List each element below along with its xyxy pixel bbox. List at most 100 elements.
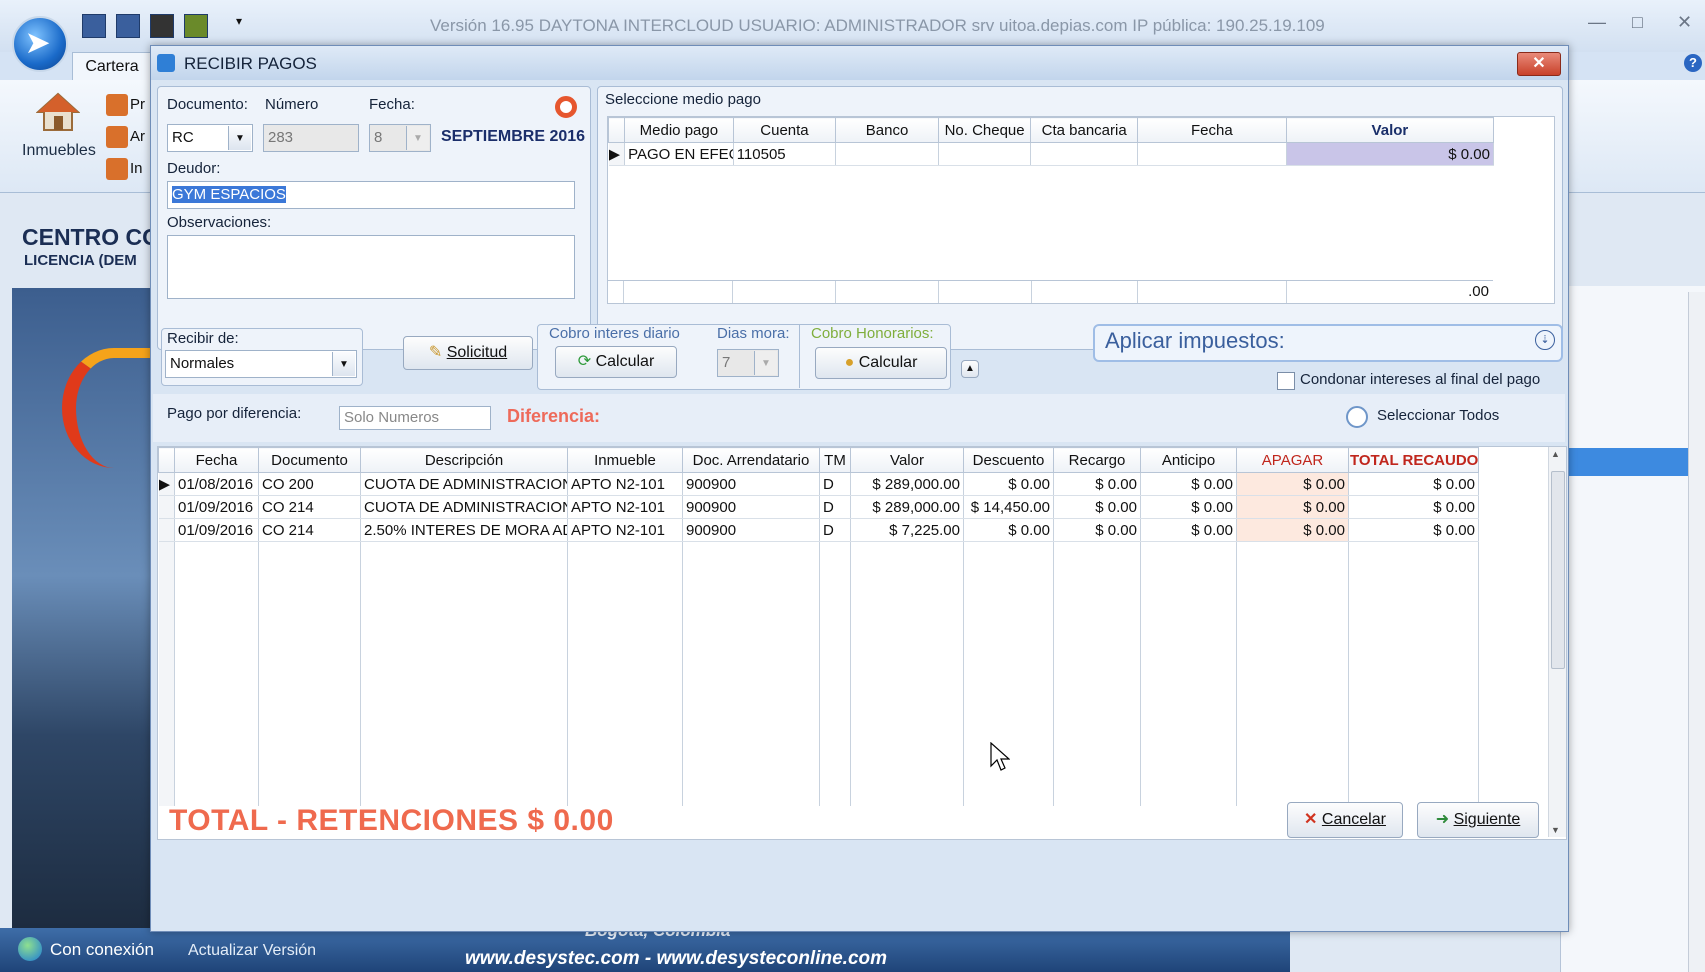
cheque-cell[interactable] [938,142,1032,166]
fecha-cell[interactable]: 01/08/2016 [174,472,259,496]
row-selector[interactable] [158,518,175,542]
col-no-cheque[interactable]: No. Cheque [937,117,1032,143]
minimize-icon[interactable]: — [1588,12,1606,33]
recargo-cell[interactable]: $ 0.00 [1053,518,1141,542]
grid-scrollbar[interactable]: ▲ ▼ [1548,447,1566,837]
descuento-cell[interactable]: $ 0.00 [963,518,1054,542]
expand-down-icon[interactable]: ⇣ [1535,330,1555,350]
fecha-cell[interactable] [1137,142,1287,166]
banco-cell[interactable] [835,142,939,166]
col-inmueble[interactable]: Inmueble [567,447,683,473]
doc-arrendatario-cell[interactable]: 900900 [682,495,820,519]
recargo-cell[interactable]: $ 0.00 [1053,495,1141,519]
collapse-up-icon[interactable]: ▲ [961,360,979,378]
total-recaudo-cell[interactable]: $ 0.00 [1348,472,1479,496]
col-descuento[interactable]: Descuento [963,447,1054,473]
row-pointer-icon[interactable]: ▶ [608,142,626,166]
tm-cell[interactable]: D [819,518,851,542]
col-documento[interactable]: Documento [258,447,361,473]
pago-diferencia-input[interactable]: Solo Numeros [339,406,491,430]
col-anticipo[interactable]: Anticipo [1140,447,1237,473]
documento-cell[interactable]: CO 214 [258,518,361,542]
fecha-cell[interactable]: 01/09/2016 [174,495,259,519]
col-doc-arrendatario[interactable]: Doc. Arrendatario [682,447,820,473]
descripcion-cell[interactable]: CUOTA DE ADMINISTRACION [360,495,568,519]
siguiente-button[interactable]: ➜ Siguiente [1417,802,1539,838]
apagar-cell[interactable]: $ 0.00 [1236,472,1349,496]
cancelar-button[interactable]: ✕ Cancelar [1287,802,1403,838]
table-row[interactable]: ▶ 01/08/2016 CO 200 CUOTA DE ADMINISTRACION… [158,472,1479,496]
calcular-honorarios-button[interactable]: ● Calcular [815,347,947,379]
inmueble-cell[interactable]: APTO N2-101 [567,495,683,519]
descuento-cell[interactable]: $ 0.00 [963,472,1054,496]
row-pointer-icon[interactable]: ▶ [158,472,175,496]
col-apagar[interactable]: APAGAR [1236,447,1349,473]
calcular-interes-button[interactable]: ⟳ Calcular [555,346,677,378]
col-fecha[interactable]: Fecha [174,447,259,473]
col-cuenta[interactable]: Cuenta [732,117,837,143]
col-total-recaudo[interactable]: TOTAL RECAUDO [1348,447,1479,473]
documento-cell[interactable]: CO 200 [258,472,361,496]
col-recargo[interactable]: Recargo [1053,447,1141,473]
tab-cartera[interactable]: Cartera [72,52,152,81]
tm-cell[interactable]: D [819,472,851,496]
table-row[interactable]: 01/09/2016 CO 214 2.50% INTERES DE MORA AD… [158,518,1479,542]
scroll-up-icon[interactable]: ▲ [1551,449,1560,459]
anticipo-cell[interactable]: $ 0.00 [1140,495,1237,519]
col-cta-bancaria[interactable]: Cta bancaria [1030,117,1138,143]
anticipo-cell[interactable]: $ 0.00 [1140,518,1237,542]
update-version-link[interactable]: Actualizar Versión [188,942,316,960]
col-descripcion[interactable]: Descripción [360,447,568,473]
total-recaudo-cell[interactable]: $ 0.00 [1348,518,1479,542]
tm-cell[interactable]: D [819,495,851,519]
ribbon-item-pr[interactable]: Pr [106,94,145,116]
scroll-thumb[interactable] [1551,471,1565,669]
valor-cell[interactable]: $ 0.00 [1286,142,1495,166]
ribbon-item-ar[interactable]: Ar [106,126,145,148]
apagar-cell[interactable]: $ 0.00 [1236,518,1349,542]
cuenta-cell[interactable]: 110505 [733,142,837,166]
valor-cell[interactable]: $ 289,000.00 [850,495,964,519]
apagar-cell[interactable]: $ 0.00 [1236,495,1349,519]
doc-arrendatario-cell[interactable]: 900900 [682,518,820,542]
house-icon[interactable] [36,92,80,132]
doc-arrendatario-cell[interactable]: 900900 [682,472,820,496]
ribbon-inmuebles-label[interactable]: Inmuebles [22,142,96,160]
lifebuoy-icon[interactable] [555,96,577,118]
calculator-icon[interactable] [184,14,208,38]
recargo-cell[interactable]: $ 0.00 [1053,472,1141,496]
ribbon-item-in[interactable]: In [106,158,143,180]
descripcion-cell[interactable]: 2.50% INTERES DE MORA AD [360,518,568,542]
col-banco[interactable]: Banco [835,117,939,143]
inmueble-cell[interactable]: APTO N2-101 [567,518,683,542]
anticipo-cell[interactable]: $ 0.00 [1140,472,1237,496]
fecha-cell[interactable]: 01/09/2016 [174,518,259,542]
app-menu-orb-icon[interactable]: ➤ [12,16,68,72]
documento-cell[interactable]: CO 214 [258,495,361,519]
medio-pago-row[interactable]: ▶ PAGO EN EFEC 110505 $ 0.00 [608,142,1495,166]
col-valor[interactable]: Valor [1285,117,1495,143]
chevron-down-icon[interactable]: ▼ [228,126,251,150]
medio-pago-cell[interactable]: PAGO EN EFEC [624,142,734,166]
valor-cell[interactable]: $ 289,000.00 [850,472,964,496]
solicitud-button[interactable]: ✎ Solicitud [403,336,533,370]
recibir-select[interactable]: Normales ▼ [165,350,357,378]
help-book-icon[interactable] [82,14,106,38]
col-medio-pago[interactable]: Medio pago [624,117,734,143]
customize-toolbar-icon[interactable]: ▾ [236,14,242,28]
col-valor[interactable]: Valor [850,447,964,473]
col-tm[interactable]: TM [819,447,851,473]
scroll-down-icon[interactable]: ▼ [1551,825,1560,835]
close-icon[interactable]: ✕ [1677,12,1692,33]
maximize-icon[interactable]: □ [1632,12,1643,33]
documento-select[interactable]: RC ▼ [167,124,253,152]
col-fecha[interactable]: Fecha [1136,117,1287,143]
cta-bancaria-cell[interactable] [1030,142,1138,166]
deudor-field[interactable]: GYM ESPACIOS [167,181,575,209]
row-selector[interactable] [158,495,175,519]
descuento-cell[interactable]: $ 14,450.00 [963,495,1054,519]
headset-icon[interactable] [150,14,174,38]
seleccionar-todos-radio[interactable] [1346,406,1368,428]
valor-cell[interactable]: $ 7,225.00 [850,518,964,542]
observaciones-field[interactable] [167,235,575,299]
